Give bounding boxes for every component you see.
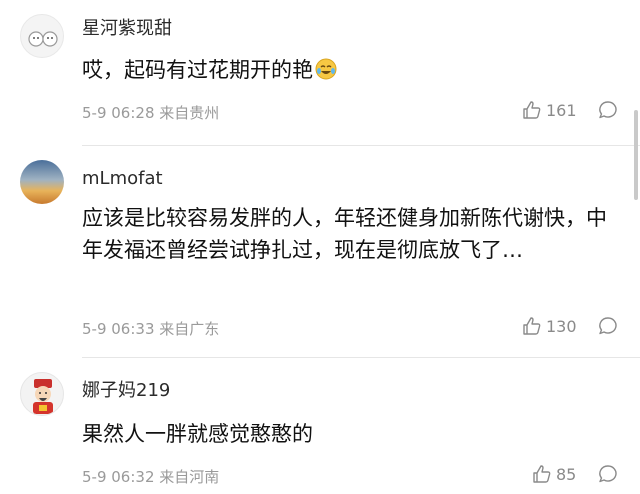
comment-time: 5-9 06:32 (82, 468, 155, 486)
comment-text-body: 哎，起码有过花期开的艳 (82, 58, 313, 82)
comment-location: 来自贵州 (159, 104, 220, 122)
comment-location: 来自广东 (159, 320, 220, 338)
avatar[interactable] (20, 14, 64, 58)
comment-text: 哎，起码有过花期开的艳 (82, 54, 622, 86)
like-button[interactable]: 161 (522, 100, 577, 120)
comment-meta: 5-9 06:33 来自广东 (82, 318, 219, 339)
divider (82, 145, 640, 146)
comment-bubble-icon (599, 101, 617, 119)
like-button[interactable]: 130 (522, 316, 577, 336)
cartoon-god-of-wealth-icon (33, 379, 53, 414)
comment-bubble-icon (599, 465, 617, 483)
like-button[interactable]: 85 (532, 464, 576, 484)
cartoon-avatar-icon (28, 31, 58, 47)
like-count: 85 (556, 464, 577, 484)
like-count: 130 (546, 316, 577, 336)
comment-text: 应该是比较容易发胖的人，年轻还健身加新陈代谢快，中年发福还曾经尝试挣扎过，现在是… (82, 206, 607, 262)
like-count: 161 (546, 100, 577, 120)
comment-time: 5-9 06:28 (82, 104, 155, 122)
comment-meta: 5-9 06:28 来自贵州 (82, 102, 219, 123)
username[interactable]: 星河紫现甜 (82, 18, 172, 40)
comment-bubble-icon (599, 317, 617, 335)
comment-item: 娜子妈219 果然人一胖就感觉憨憨的 5-9 06:32 来自河南 85 (0, 358, 640, 494)
reply-button[interactable] (598, 464, 618, 484)
thumbs-up-icon (533, 465, 551, 483)
reply-button[interactable] (598, 100, 618, 120)
comment-text: 果然人一胖就感觉憨憨的 (82, 422, 313, 446)
comment-item: mLmofat 应该是比较容易发胖的人，年轻还健身加新陈代谢快，中年发福还曾经尝… (0, 150, 640, 358)
laughing-tears-emoji-icon (315, 57, 337, 80)
avatar[interactable] (20, 160, 64, 204)
comment-time: 5-9 06:33 (82, 320, 155, 338)
avatar[interactable] (20, 372, 64, 416)
thumbs-up-icon (523, 101, 541, 119)
reply-button[interactable] (598, 316, 618, 336)
comment-meta: 5-9 06:32 来自河南 (82, 466, 219, 487)
username[interactable]: mLmofat (82, 168, 163, 190)
username[interactable]: 娜子妈219 (82, 380, 170, 402)
thumbs-up-icon (523, 317, 541, 335)
comment-item: 星河紫现甜 哎，起码有过花期开的艳 5-9 06:28 来自贵州 161 (0, 0, 640, 150)
scrollbar[interactable] (634, 110, 638, 200)
comment-location: 来自河南 (159, 468, 220, 486)
